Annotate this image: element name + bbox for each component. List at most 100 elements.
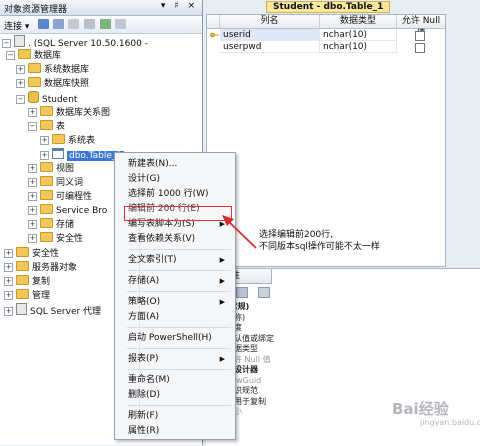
tree-item-label: 安全性 — [56, 234, 84, 245]
tree-item[interactable]: − 表 — [28, 119, 65, 134]
tree-item[interactable]: + 数据库快照 — [16, 77, 89, 91]
tree-item[interactable]: + 同义词 — [28, 176, 83, 190]
menu-item-label: 策略(O) — [128, 297, 161, 307]
tree-item[interactable]: + 服务器对象 — [4, 260, 78, 275]
tree-item[interactable]: + 视图 — [28, 161, 75, 176]
expand-icon[interactable]: + — [4, 276, 13, 286]
column-name-cell[interactable]: userpwd — [220, 41, 320, 53]
tree-item[interactable]: + dbo.Table_1 — [40, 147, 125, 162]
menu-item[interactable]: 选择前 1000 行(W) — [128, 187, 229, 201]
data-type-cell[interactable]: nchar(10) — [320, 29, 397, 41]
collapse-icon[interactable]: − — [6, 51, 15, 61]
grid-header-data-type: 数据类型 — [320, 15, 397, 29]
collapse-icon[interactable]: − — [2, 39, 11, 48]
menu-item[interactable]: 属性(R) — [128, 424, 229, 438]
menu-item[interactable]: 存储(A) ▶ — [128, 274, 229, 288]
expand-icon[interactable]: + — [40, 135, 49, 145]
tree-item[interactable]: + 数据库关系图 — [28, 105, 110, 120]
allow-null-checkbox[interactable] — [415, 31, 425, 41]
menu-item[interactable]: 策略(O) ▶ — [128, 295, 229, 309]
tree-item[interactable]: + 安全性 — [28, 232, 83, 246]
connect-button[interactable]: 连接 ▾ — [4, 19, 29, 32]
tree-item-label: 服务器对象 — [32, 262, 78, 273]
tree-item-label: 视图 — [56, 163, 75, 174]
property-pages-icon[interactable] — [258, 287, 270, 298]
expand-icon[interactable]: + — [4, 306, 13, 316]
allow-null-checkbox[interactable] — [415, 43, 425, 53]
tree-item[interactable]: + Service Bro — [28, 204, 107, 218]
expand-icon[interactable]: + — [4, 262, 13, 272]
tree-item-label: 系统表 — [68, 135, 96, 146]
table-icon — [52, 147, 64, 159]
folder-icon — [40, 204, 53, 215]
menu-separator — [127, 291, 231, 292]
tree-item[interactable]: + 复制 — [4, 274, 50, 289]
tree-item[interactable]: + SQL Server 代理 — [4, 302, 101, 317]
tree-item[interactable]: − 数据库 — [6, 49, 61, 63]
context-menu: 新建表(N)... 设计(G) 选择前 1000 行(W) 编辑前 200 行(E) 编… — [114, 152, 236, 440]
menu-item-label: 删除(D) — [128, 390, 160, 400]
connect-icon[interactable] — [38, 19, 49, 29]
tree-item[interactable]: − Student — [16, 91, 77, 105]
expand-icon[interactable]: + — [16, 65, 25, 75]
collapse-icon[interactable]: − — [28, 121, 37, 131]
folder-icon — [40, 105, 53, 116]
menu-item[interactable]: 删除(D) — [128, 388, 229, 402]
summary-icon[interactable] — [115, 19, 126, 29]
menu-item[interactable]: 刷新(F) — [128, 409, 229, 423]
expand-icon[interactable]: + — [16, 79, 25, 89]
tree-item-label: 数据库 — [34, 51, 62, 62]
data-type-cell[interactable]: nchar(10) — [320, 41, 397, 53]
tab-table-designer[interactable]: Student - dbo.Table_1 — [266, 1, 391, 13]
menu-item-label: 属性(R) — [128, 426, 160, 436]
tree-item-label: 存储 — [56, 220, 75, 231]
menu-item[interactable]: 报表(P) ▶ — [128, 352, 229, 366]
tree-item-label: 可编程性 — [56, 192, 93, 203]
tree-item[interactable]: + 安全性 — [4, 246, 59, 261]
tree-item[interactable]: + 系统数据库 — [16, 63, 89, 77]
expand-icon[interactable]: + — [28, 192, 37, 202]
tree-item[interactable]: + 存储 — [28, 218, 74, 232]
grid-header-column-name: 列名 — [220, 15, 320, 29]
menu-item[interactable]: 全文索引(T) ▶ — [128, 253, 229, 267]
expand-icon[interactable]: + — [4, 290, 13, 300]
expand-icon[interactable]: + — [28, 163, 37, 173]
expand-icon[interactable]: + — [28, 234, 37, 244]
menu-item[interactable]: 设计(G) — [128, 172, 229, 186]
object-explorer-titlebar: 对象资源管理器 ▾ ♯ × — [0, 0, 202, 16]
folder-icon — [28, 77, 41, 88]
tree-item[interactable]: + 管理 — [4, 288, 50, 303]
menu-separator — [127, 369, 231, 370]
annotation-line-1: 选择编辑前200行, — [259, 230, 334, 240]
panel-window-buttons[interactable]: ▾ ♯ × — [161, 1, 198, 11]
expand-icon[interactable]: + — [4, 248, 13, 258]
collapse-icon[interactable]: − — [16, 95, 25, 105]
tree-item[interactable]: + 系统表 — [40, 133, 96, 148]
menu-item-label: 方面(A) — [128, 312, 160, 322]
column-name-cell[interactable]: userid — [220, 29, 320, 41]
expand-icon[interactable]: + — [28, 107, 37, 117]
menu-item[interactable]: 方面(A) — [128, 310, 229, 324]
grid-header-rowselector — [207, 15, 220, 29]
stop-icon[interactable] — [68, 19, 79, 29]
filter-icon[interactable] — [84, 19, 95, 29]
submenu-arrow-icon: ▶ — [219, 277, 225, 285]
tree-item[interactable]: + 可编程性 — [28, 190, 92, 204]
tree-item[interactable]: − . (SQL Server 10.50.1600 - — [2, 35, 148, 49]
folder-icon — [40, 161, 53, 172]
menu-item-label: 存储(A) — [128, 276, 160, 286]
menu-item[interactable]: 查看依赖关系(V) — [128, 232, 229, 246]
disconnect-icon[interactable] — [53, 19, 64, 29]
refresh-icon[interactable] — [100, 19, 111, 29]
expand-icon[interactable]: + — [40, 150, 49, 160]
highlight-box — [124, 206, 232, 221]
menu-item[interactable]: 新建表(N)... — [128, 157, 229, 171]
menu-item[interactable]: 启动 PowerShell(H) — [128, 331, 229, 345]
expand-icon[interactable]: + — [28, 178, 37, 187]
sort-icon[interactable] — [236, 287, 248, 298]
folder-icon — [52, 133, 65, 144]
menu-item[interactable]: 重命名(M) — [128, 373, 229, 387]
watermark-logo: Bai经验 — [392, 400, 449, 418]
expand-icon[interactable]: + — [28, 220, 37, 230]
expand-icon[interactable]: + — [28, 206, 37, 216]
